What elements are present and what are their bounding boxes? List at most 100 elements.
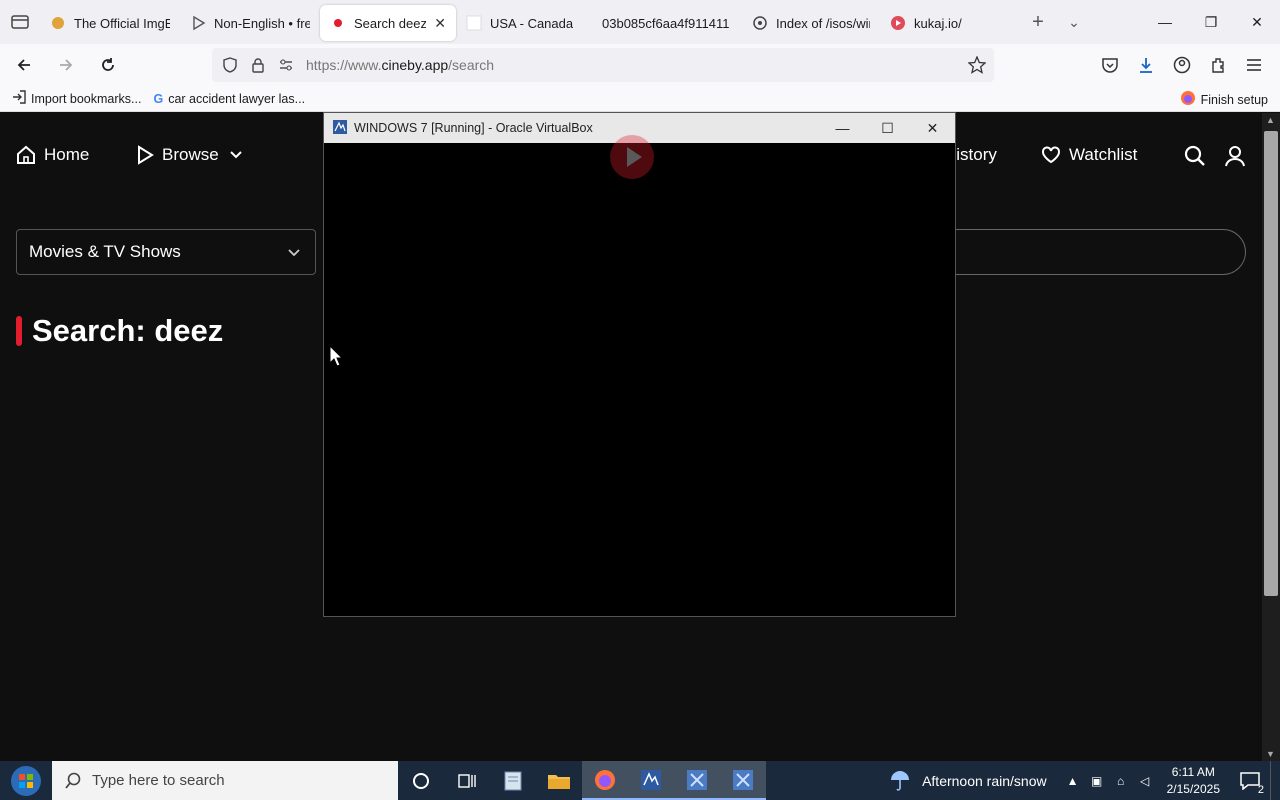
finish-setup-button[interactable]: Finish setup (1180, 90, 1268, 109)
vbox-minimize-icon[interactable]: — (820, 113, 865, 143)
play-favicon-icon (190, 15, 206, 31)
tab-hash[interactable]: 03b085cf6aa4f911411 (592, 5, 742, 41)
bookmark-car-accident[interactable]: G car accident lawyer las... (153, 92, 305, 106)
search-icon (65, 772, 81, 789)
tab-usa-canada[interactable]: USA - Canada (456, 5, 592, 41)
system-tray: Afternoon rain/snow ▲ ▣ ⌂ ◁ 6:11 AM 2/15… (888, 761, 1280, 800)
taskbar-search-input[interactable]: Type here to search (52, 761, 398, 800)
chevron-down-icon (229, 151, 242, 159)
virtualbox-window[interactable]: WINDOWS 7 [Running] - Oracle VirtualBox … (323, 112, 956, 617)
heart-icon (1042, 146, 1060, 164)
tab-imgbu[interactable]: The Official ImgBu (40, 5, 180, 41)
kukaj-favicon-icon (890, 15, 906, 31)
minimize-icon[interactable]: — (1142, 0, 1188, 44)
task-view-icon (458, 773, 476, 788)
clock-time: 6:11 AM (1171, 764, 1215, 779)
cortana-circle-icon (413, 772, 429, 789)
back-arrow-icon[interactable] (6, 47, 42, 83)
new-tab-plus-icon[interactable]: + (1020, 11, 1056, 34)
nav-watchlist-label: Watchlist (1069, 145, 1138, 164)
nav-browse[interactable]: Browse (136, 145, 251, 165)
bookmark-import[interactable]: Import bookmarks... (12, 90, 141, 107)
taskbar-app-firefox[interactable] (582, 761, 628, 800)
network-icon[interactable]: ⌂ (1109, 774, 1133, 788)
site-permissions-icon[interactable] (272, 58, 300, 72)
nav-browse-label: Browse (162, 145, 219, 164)
restore-icon[interactable]: ❐ (1188, 0, 1234, 44)
url-text[interactable]: https://www.cineby.app/search (306, 57, 494, 73)
tab-title: Non-English • free (214, 15, 310, 31)
weather-text: Afternoon rain/snow (922, 772, 1047, 789)
close-window-icon[interactable]: ✕ (1234, 0, 1280, 44)
tab-kukaj[interactable]: kukaj.io/ (880, 5, 1020, 41)
taskbar-app-windows7-vm-2[interactable] (720, 761, 766, 800)
browser-tab-strip: The Official ImgBu Non-English • free Se… (0, 0, 1280, 44)
forward-arrow-icon[interactable] (48, 47, 84, 83)
scrollbar-thumb[interactable] (1264, 131, 1278, 596)
bookmark-star-icon[interactable] (967, 55, 987, 79)
vbox-close-icon[interactable]: ✕ (910, 113, 955, 143)
bookmark-label: Import bookmarks... (31, 91, 142, 106)
rain-snow-icon (891, 770, 910, 791)
profile-button[interactable] (1224, 145, 1254, 167)
tab-search-deez[interactable]: Search deez - C ✕ (320, 5, 456, 41)
tab-title: USA - Canada (490, 15, 574, 31)
shield-icon[interactable] (216, 57, 244, 73)
browser-window-controls: — ❐ ✕ (1142, 0, 1280, 44)
close-tab-icon[interactable]: ✕ (434, 15, 446, 32)
search-button[interactable] (1184, 145, 1214, 167)
cortana-button[interactable] (398, 761, 444, 800)
bookmark-label: car accident lawyer las... (168, 91, 306, 106)
results-heading-text: Search: deez (32, 313, 224, 348)
nav-home[interactable]: Home (16, 145, 89, 165)
notification-count: 2 (1257, 784, 1264, 796)
vbox-maximize-icon[interactable]: ☐ (865, 113, 910, 143)
meet-now-icon[interactable]: ▣ (1085, 774, 1109, 788)
taskbar-app-virtualbox-manager[interactable] (628, 761, 674, 800)
firefox-icon (595, 769, 615, 790)
hamburger-menu-icon[interactable] (1236, 48, 1272, 82)
task-view-button[interactable] (444, 761, 490, 800)
play-icon (138, 145, 154, 165)
page-scrollbar[interactable]: ▲ ▼ (1262, 113, 1280, 761)
list-all-tabs-chevron-icon[interactable]: ⌄ (1056, 14, 1092, 31)
nav-home-label: Home (44, 145, 90, 164)
pocket-icon[interactable] (1092, 48, 1128, 82)
tab-title: 03b085cf6aa4f911411 (602, 15, 730, 31)
taskbar-app-windows7-vm[interactable] (674, 761, 720, 800)
downloads-icon[interactable] (1128, 48, 1164, 82)
tab-index-isos[interactable]: Index of /isos/win (742, 5, 880, 41)
virtualbox-icon (332, 119, 348, 138)
weather-widget[interactable]: Afternoon rain/snow (888, 770, 1047, 792)
taskbar-search-placeholder: Type here to search (92, 772, 225, 789)
taskbar-app-notepad[interactable] (490, 761, 536, 800)
volume-muted-icon[interactable]: ◁ (1133, 774, 1157, 788)
tab-title: The Official ImgBu (74, 15, 170, 31)
address-bar[interactable]: https://www.cineby.app/search (212, 48, 994, 82)
show-desktop-button[interactable] (1270, 761, 1280, 800)
taskbar-app-file-explorer[interactable] (536, 761, 582, 800)
browser-navbar: https://www.cineby.app/search (0, 44, 1280, 86)
account-icon[interactable] (1164, 48, 1200, 82)
clock[interactable]: 6:11 AM 2/15/2025 (1167, 764, 1220, 798)
firefox-view-button[interactable] (0, 0, 40, 44)
play-logo-icon (610, 135, 654, 179)
show-hidden-icons-chevron-icon[interactable]: ▲ (1061, 774, 1085, 788)
tab-title: kukaj.io/ (914, 15, 962, 31)
extensions-icon[interactable] (1200, 48, 1236, 82)
scroll-up-arrow-icon[interactable]: ▲ (1266, 115, 1275, 125)
reload-icon[interactable] (90, 47, 126, 83)
results-heading: Search: deez (16, 313, 223, 349)
media-type-select[interactable]: Movies & TV Shows (16, 229, 316, 275)
scroll-down-arrow-icon[interactable]: ▼ (1266, 749, 1275, 759)
virtualbox-title: WINDOWS 7 [Running] - Oracle VirtualBox (354, 121, 593, 135)
imgbu-favicon-icon (50, 15, 66, 31)
home-icon (17, 145, 35, 164)
toolbar-right (1092, 48, 1272, 82)
action-center-button[interactable]: 2 (1230, 761, 1270, 800)
nav-watchlist[interactable]: Watchlist (1041, 145, 1137, 165)
lock-icon[interactable] (244, 57, 272, 73)
tab-non-english[interactable]: Non-English • free (180, 5, 320, 41)
finish-setup-label: Finish setup (1200, 92, 1268, 107)
start-button[interactable] (0, 761, 52, 800)
